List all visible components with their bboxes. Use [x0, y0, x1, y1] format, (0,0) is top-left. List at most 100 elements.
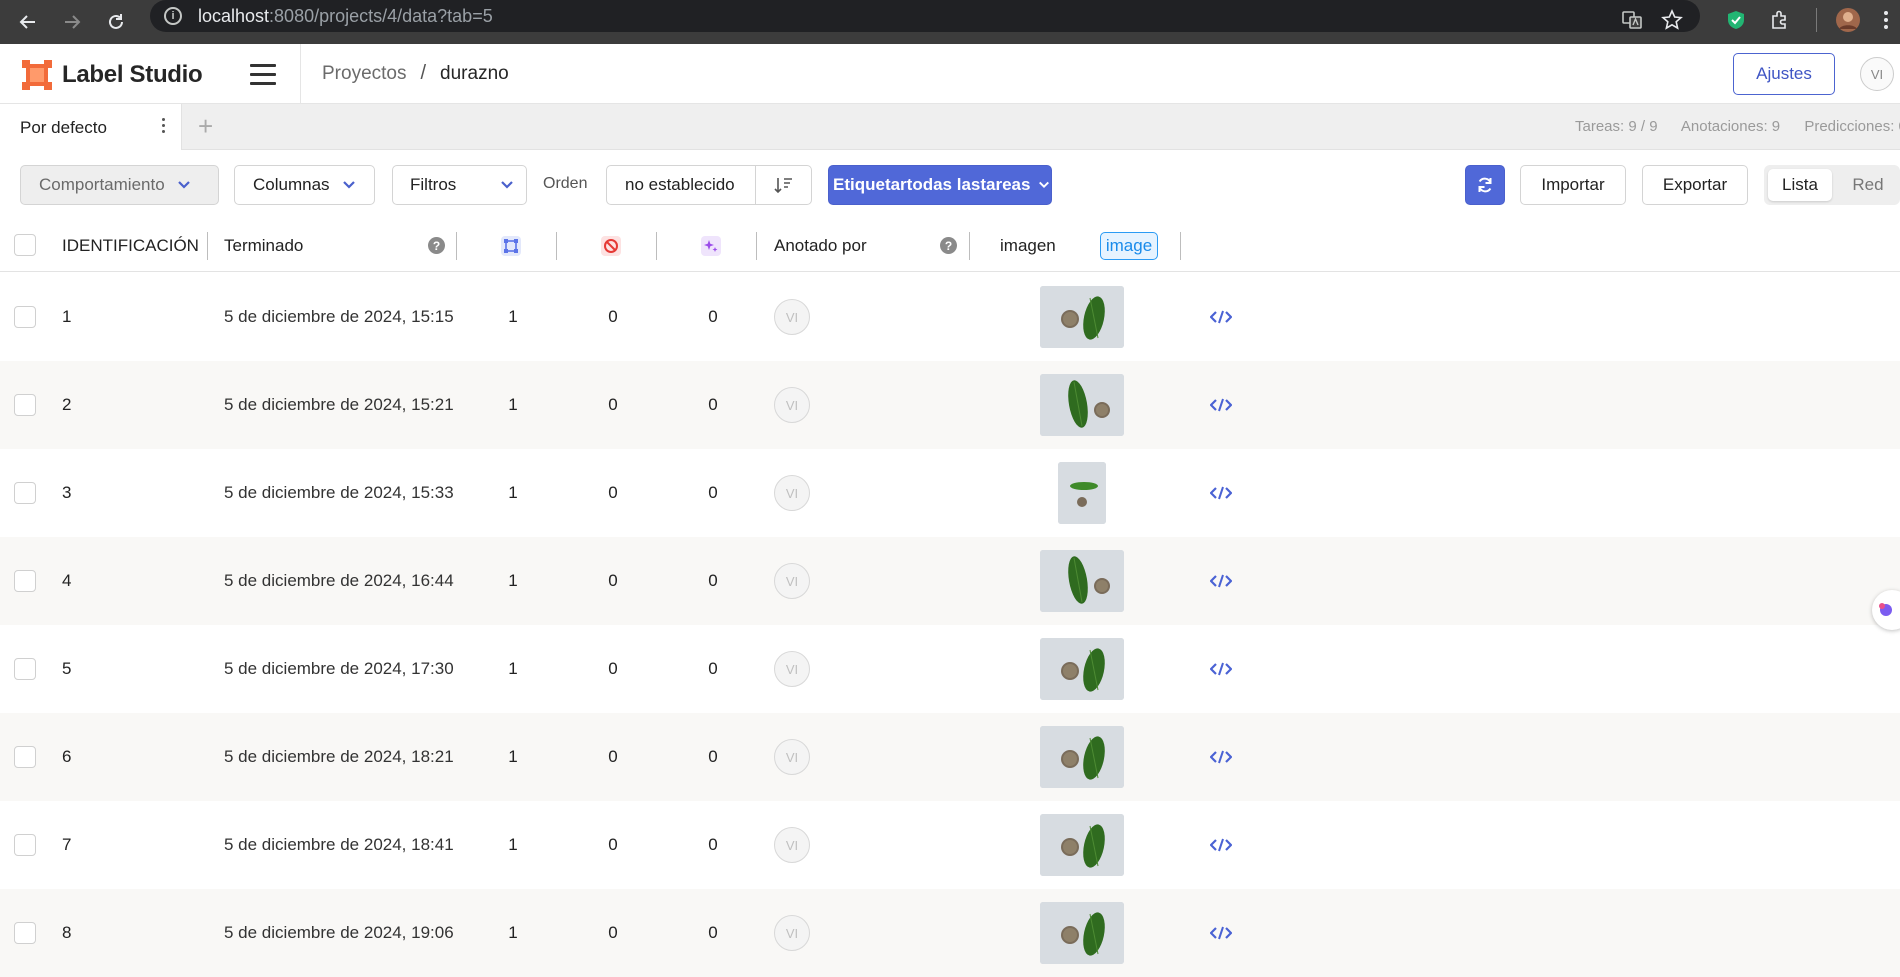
- extensions-puzzle-icon[interactable]: [1762, 4, 1798, 36]
- help-icon[interactable]: ?: [428, 237, 445, 254]
- behavior-label: Comportamiento: [39, 175, 165, 194]
- view-grid-button[interactable]: Red: [1842, 169, 1894, 201]
- code-source-icon[interactable]: [1209, 925, 1233, 941]
- row-checkbox[interactable]: [14, 306, 36, 328]
- breadcrumb: Proyectos / durazno: [322, 62, 509, 85]
- profile-avatar-icon[interactable]: [1830, 4, 1866, 36]
- select-all-checkbox[interactable]: [14, 234, 36, 256]
- cell-completed: 5 de diciembre de 2024, 18:41: [224, 835, 454, 854]
- cell-completed: 5 de diciembre de 2024, 19:06: [224, 923, 454, 942]
- column-header-annotated-by[interactable]: Anotado por: [774, 236, 867, 256]
- column-header-image[interactable]: imagen: [1000, 236, 1056, 256]
- filters-dropdown[interactable]: Filtros: [392, 165, 527, 205]
- code-source-icon[interactable]: [1209, 397, 1233, 413]
- column-resizer[interactable]: [456, 232, 457, 260]
- row-checkbox[interactable]: [14, 658, 36, 680]
- column-resizer[interactable]: [969, 232, 970, 260]
- code-source-icon[interactable]: [1209, 485, 1233, 501]
- image-thumbnail[interactable]: [1040, 814, 1124, 876]
- hamburger-menu-icon[interactable]: [250, 64, 276, 86]
- row-checkbox[interactable]: [14, 834, 36, 856]
- column-resizer[interactable]: [556, 232, 557, 260]
- tab-options-icon[interactable]: [162, 118, 166, 136]
- column-header-id[interactable]: IDENTIFICACIÓN: [62, 236, 199, 256]
- image-thumbnail[interactable]: [1040, 550, 1124, 612]
- cell-cancelled-count: 0: [608, 395, 618, 414]
- cell-annotations-count: 1: [508, 571, 518, 590]
- reload-icon[interactable]: [98, 4, 134, 40]
- column-resizer[interactable]: [207, 232, 208, 260]
- label-all-tasks-button[interactable]: Etiquetartodas lastareas: [828, 165, 1052, 205]
- settings-button[interactable]: Ajustes: [1733, 53, 1835, 95]
- export-button[interactable]: Exportar: [1642, 165, 1748, 205]
- table-row[interactable]: 7 5 de diciembre de 2024, 18:41 1 0 0 VI: [0, 801, 1900, 889]
- forward-arrow-icon[interactable]: [54, 4, 90, 40]
- import-button[interactable]: Importar: [1520, 165, 1626, 205]
- refresh-button[interactable]: [1465, 165, 1505, 205]
- column-header-completed[interactable]: Terminado: [224, 236, 303, 256]
- order-select[interactable]: no establecido: [606, 165, 812, 205]
- columns-dropdown[interactable]: Columnas: [234, 165, 375, 205]
- cell-cancelled-count: 0: [608, 483, 618, 502]
- code-source-icon[interactable]: [1209, 309, 1233, 325]
- cancelled-count-icon[interactable]: [600, 235, 622, 262]
- annotations-count-icon[interactable]: [500, 235, 522, 262]
- cell-annotations-count: 1: [508, 395, 518, 414]
- image-thumbnail[interactable]: [1040, 286, 1124, 348]
- image-thumbnail[interactable]: [1040, 902, 1124, 964]
- table-row[interactable]: 5 5 de diciembre de 2024, 17:30 1 0 0 VI: [0, 625, 1900, 713]
- row-checkbox[interactable]: [14, 570, 36, 592]
- breadcrumb-projects[interactable]: Proyectos: [322, 63, 406, 85]
- image-thumbnail[interactable]: [1040, 638, 1124, 700]
- table-row[interactable]: 2 5 de diciembre de 2024, 15:21 1 0 0 VI: [0, 361, 1900, 449]
- help-icon[interactable]: ?: [940, 237, 957, 254]
- translate-icon[interactable]: [1614, 4, 1650, 36]
- address-bar[interactable]: i localhost:8080/projects/4/data?tab=5: [150, 0, 1700, 32]
- table-row[interactable]: 1 5 de diciembre de 2024, 15:15 1 0 0 VI: [0, 273, 1900, 361]
- row-checkbox[interactable]: [14, 746, 36, 768]
- column-resizer[interactable]: [656, 232, 657, 260]
- label-all-tasks-label: Etiquetartodas lastareas: [833, 175, 1031, 194]
- column-resizer[interactable]: [1180, 232, 1181, 260]
- cell-id: 7: [62, 835, 72, 854]
- table-row[interactable]: 4 5 de diciembre de 2024, 16:44 1 0 0 VI: [0, 537, 1900, 625]
- url-host: localhost: [198, 5, 270, 26]
- label-studio-logo-icon: [22, 60, 52, 90]
- code-source-icon[interactable]: [1209, 749, 1233, 765]
- cell-completed: 5 de diciembre de 2024, 15:21: [224, 395, 454, 414]
- back-arrow-icon[interactable]: [10, 4, 46, 40]
- cell-annotations-count: 1: [508, 307, 518, 326]
- cell-cancelled-count: 0: [608, 923, 618, 942]
- table-row[interactable]: 3 5 de diciembre de 2024, 15:33 1 0 0 VI: [0, 449, 1900, 537]
- breadcrumb-project-name[interactable]: durazno: [440, 63, 509, 85]
- shield-extension-icon[interactable]: [1718, 4, 1754, 36]
- predictions-count-icon[interactable]: [700, 235, 722, 262]
- browser-menu-icon[interactable]: [1876, 4, 1896, 36]
- site-info-icon[interactable]: i: [164, 7, 182, 25]
- image-thumbnail[interactable]: [1058, 462, 1106, 524]
- code-source-icon[interactable]: [1209, 661, 1233, 677]
- floating-assistant-button[interactable]: [1872, 590, 1900, 630]
- column-resizer[interactable]: [756, 232, 757, 260]
- view-list-button[interactable]: Lista: [1768, 169, 1832, 201]
- code-source-icon[interactable]: [1209, 573, 1233, 589]
- chevron-down-icon: [1039, 181, 1050, 189]
- bookmark-star-icon[interactable]: [1654, 4, 1690, 36]
- order-value: no establecido: [625, 175, 735, 194]
- user-avatar[interactable]: VI: [1860, 57, 1894, 91]
- image-thumbnail[interactable]: [1040, 726, 1124, 788]
- table-row[interactable]: 8 5 de diciembre de 2024, 19:06 1 0 0 VI: [0, 889, 1900, 977]
- label-studio-logo[interactable]: Label Studio: [22, 60, 203, 90]
- row-checkbox[interactable]: [14, 394, 36, 416]
- table-row[interactable]: 6 5 de diciembre de 2024, 18:21 1 0 0 VI: [0, 713, 1900, 801]
- row-checkbox[interactable]: [14, 482, 36, 504]
- tab-default[interactable]: Por defecto: [0, 104, 182, 150]
- image-thumbnail[interactable]: [1040, 374, 1124, 436]
- cell-predictions-count: 0: [708, 483, 718, 502]
- add-tab-button[interactable]: +: [198, 113, 213, 139]
- behavior-dropdown[interactable]: Comportamiento: [20, 165, 219, 205]
- chevron-down-icon: [177, 181, 190, 189]
- row-checkbox[interactable]: [14, 922, 36, 944]
- sort-direction-icon[interactable]: [755, 166, 811, 204]
- code-source-icon[interactable]: [1209, 837, 1233, 853]
